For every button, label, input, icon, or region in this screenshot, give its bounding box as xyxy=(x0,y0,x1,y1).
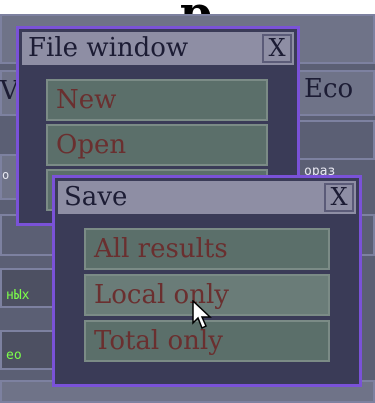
mouse-cursor-icon xyxy=(192,300,212,330)
file-window-title: File window xyxy=(28,33,189,63)
file-window-titlebar[interactable]: File window X xyxy=(22,32,294,65)
app-screen: p V Eco ораз о нЫх ео File window X New … xyxy=(0,0,375,403)
file-window-close-button[interactable]: X xyxy=(262,34,292,63)
save-window-close-button[interactable]: X xyxy=(324,183,354,212)
background-left-mark: о xyxy=(2,168,10,182)
background-right-panel xyxy=(296,120,375,160)
save-window-titlebar[interactable]: Save X xyxy=(58,181,356,214)
save-window-title: Save xyxy=(64,182,128,212)
menu-item-new[interactable]: New xyxy=(46,79,268,121)
menu-item-open[interactable]: Open xyxy=(46,124,268,166)
background-green-label-2: ео xyxy=(6,348,22,363)
save-option-all-results[interactable]: All results xyxy=(84,228,330,270)
save-window: Save X All results Local only Total only xyxy=(52,175,362,387)
background-green-label-1: нЫх xyxy=(6,288,30,303)
background-right-tab-label: Eco xyxy=(304,74,354,104)
